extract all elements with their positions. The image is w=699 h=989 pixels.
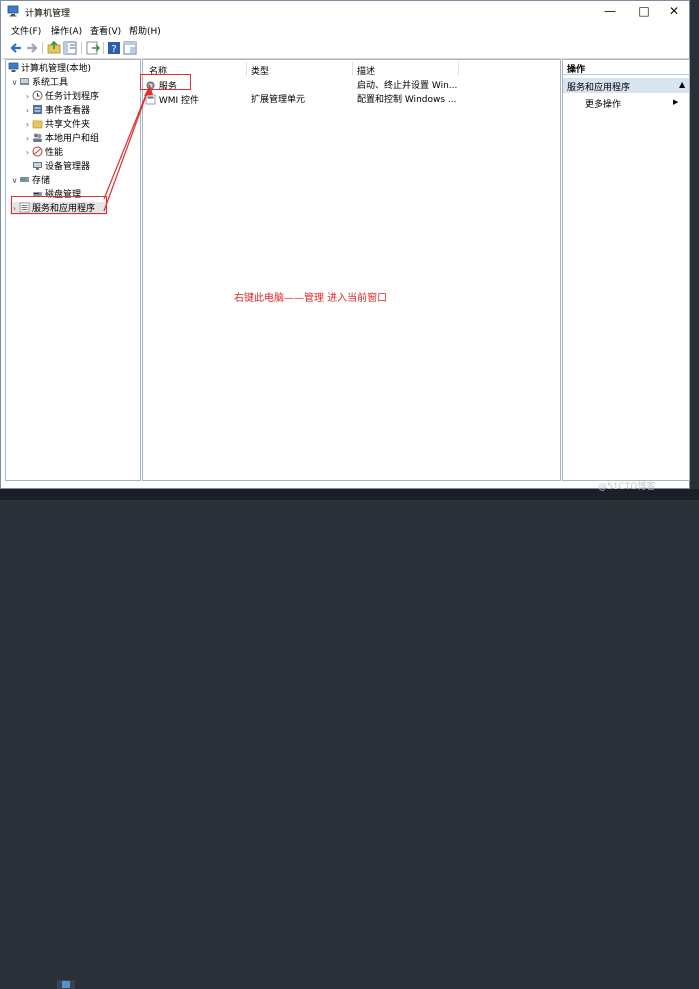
tree-item-shared-folders[interactable]: › 共享文件夹: [23, 118, 90, 131]
menu-view[interactable]: 查看(V): [90, 24, 121, 37]
close-button[interactable]: ✕: [657, 1, 691, 21]
list-item-description: 配置和控制 Windows ...: [357, 95, 457, 105]
expand-chevron-icon[interactable]: ›: [23, 104, 32, 117]
users-icon: [33, 133, 42, 142]
expand-chevron-icon[interactable]: ›: [23, 132, 32, 145]
taskbar: [0, 489, 699, 989]
column-separator[interactable]: [458, 62, 459, 76]
actions-header: 操作: [563, 60, 689, 75]
tree-item-device-manager[interactable]: 设备管理器: [23, 160, 90, 173]
tree-root-label: 计算机管理(本地): [21, 64, 92, 74]
expand-chevron-icon[interactable]: ›: [23, 90, 32, 103]
computer-management-window: 计算机管理 — □ ✕ 文件(F) 操作(A) 查看(V) 帮助(H) ? 计算…: [0, 0, 690, 489]
performance-icon: [32, 146, 43, 157]
submenu-arrow-icon: ▶: [673, 98, 679, 106]
collapse-chevron-icon[interactable]: ∨: [10, 76, 19, 89]
list-item-name: WMI 控件: [158, 96, 200, 106]
menu-bar: 文件(F) 操作(A) 查看(V) 帮助(H): [1, 22, 689, 37]
show-hide-tree-icon[interactable]: [63, 41, 77, 55]
window-title: 计算机管理: [25, 9, 71, 19]
tree-item-event-viewer[interactable]: › 事件查看器: [23, 104, 90, 117]
maximize-button[interactable]: □: [627, 1, 661, 21]
tools-icon: [20, 78, 29, 85]
column-header-type[interactable]: 类型: [251, 64, 269, 77]
more-actions-link[interactable]: 更多操作: [585, 97, 621, 110]
tree-item-task-scheduler[interactable]: › 任务计划程序: [23, 90, 99, 103]
column-separator[interactable]: [352, 62, 353, 76]
menu-action[interactable]: 操作(A): [51, 24, 82, 37]
svg-text:?: ?: [111, 44, 116, 55]
collapse-up-icon[interactable]: ▲: [679, 80, 685, 89]
help-icon[interactable]: ?: [107, 41, 121, 55]
tree-item-local-users-groups[interactable]: › 本地用户和组: [23, 132, 99, 145]
column-header-description[interactable]: 描述: [357, 64, 375, 77]
content-list: 名称 类型 描述 服务 启动、终止并设置 Win... WMI 控件 扩展管理单…: [142, 59, 561, 481]
menu-file[interactable]: 文件(F): [11, 24, 41, 37]
collapse-chevron-icon[interactable]: ∨: [10, 174, 19, 187]
shared-folder-icon: [32, 120, 43, 129]
navigation-tree: 计算机管理(本地) ∨ 系统工具 › 任务计划程序 › 事件查看器 › 共享文件夹 › 本…: [5, 59, 141, 481]
clock-icon: [32, 90, 43, 101]
storage-icon: [20, 177, 29, 182]
wmi-icon: [145, 94, 156, 105]
computer-management-icon: [8, 62, 19, 72]
list-item-wmi-control[interactable]: WMI 控件: [145, 94, 199, 107]
taskbar-app-icon[interactable]: [56, 980, 76, 989]
desktop-right-edge: [690, 0, 699, 500]
tree-item-performance[interactable]: › 性能: [23, 146, 63, 159]
expand-chevron-icon[interactable]: ›: [23, 118, 32, 131]
back-icon[interactable]: [9, 41, 23, 55]
minimize-button[interactable]: —: [593, 1, 627, 21]
up-icon[interactable]: [47, 41, 61, 55]
tree-root[interactable]: 计算机管理(本地): [8, 62, 91, 75]
forward-icon[interactable]: [25, 41, 39, 55]
properties-icon[interactable]: [123, 41, 137, 55]
highlight-box-services-applications: [11, 196, 107, 214]
title-bar: 计算机管理 — □ ✕: [1, 1, 689, 21]
annotation-text: 右键此电脑——管理 进入当前窗口: [234, 293, 388, 304]
tree-item-storage[interactable]: ∨ 存储: [10, 174, 50, 187]
actions-pane: 操作 服务和应用程序 ▲ 更多操作 ▶: [562, 59, 690, 481]
list-item-type: 扩展管理单元: [251, 95, 306, 105]
toolbar-separator: [42, 42, 43, 54]
actions-section-services-applications[interactable]: 服务和应用程序 ▲: [563, 78, 689, 93]
expand-chevron-icon[interactable]: ›: [23, 146, 32, 159]
menu-help[interactable]: 帮助(H): [129, 24, 161, 37]
event-viewer-icon: [33, 105, 42, 114]
column-separator[interactable]: [246, 62, 247, 76]
toolbar-separator: [103, 42, 104, 54]
device-manager-icon: [33, 162, 42, 170]
watermark: @51CTO博客: [598, 482, 656, 492]
computer-management-icon: [7, 5, 19, 17]
export-icon[interactable]: [86, 41, 100, 55]
highlight-box-services: [140, 74, 191, 90]
tree-item-system-tools[interactable]: ∨ 系统工具: [10, 76, 68, 89]
toolbar-separator: [81, 42, 82, 54]
list-item-description: 启动、终止并设置 Win...: [357, 81, 458, 91]
toolbar: ?: [1, 38, 689, 59]
